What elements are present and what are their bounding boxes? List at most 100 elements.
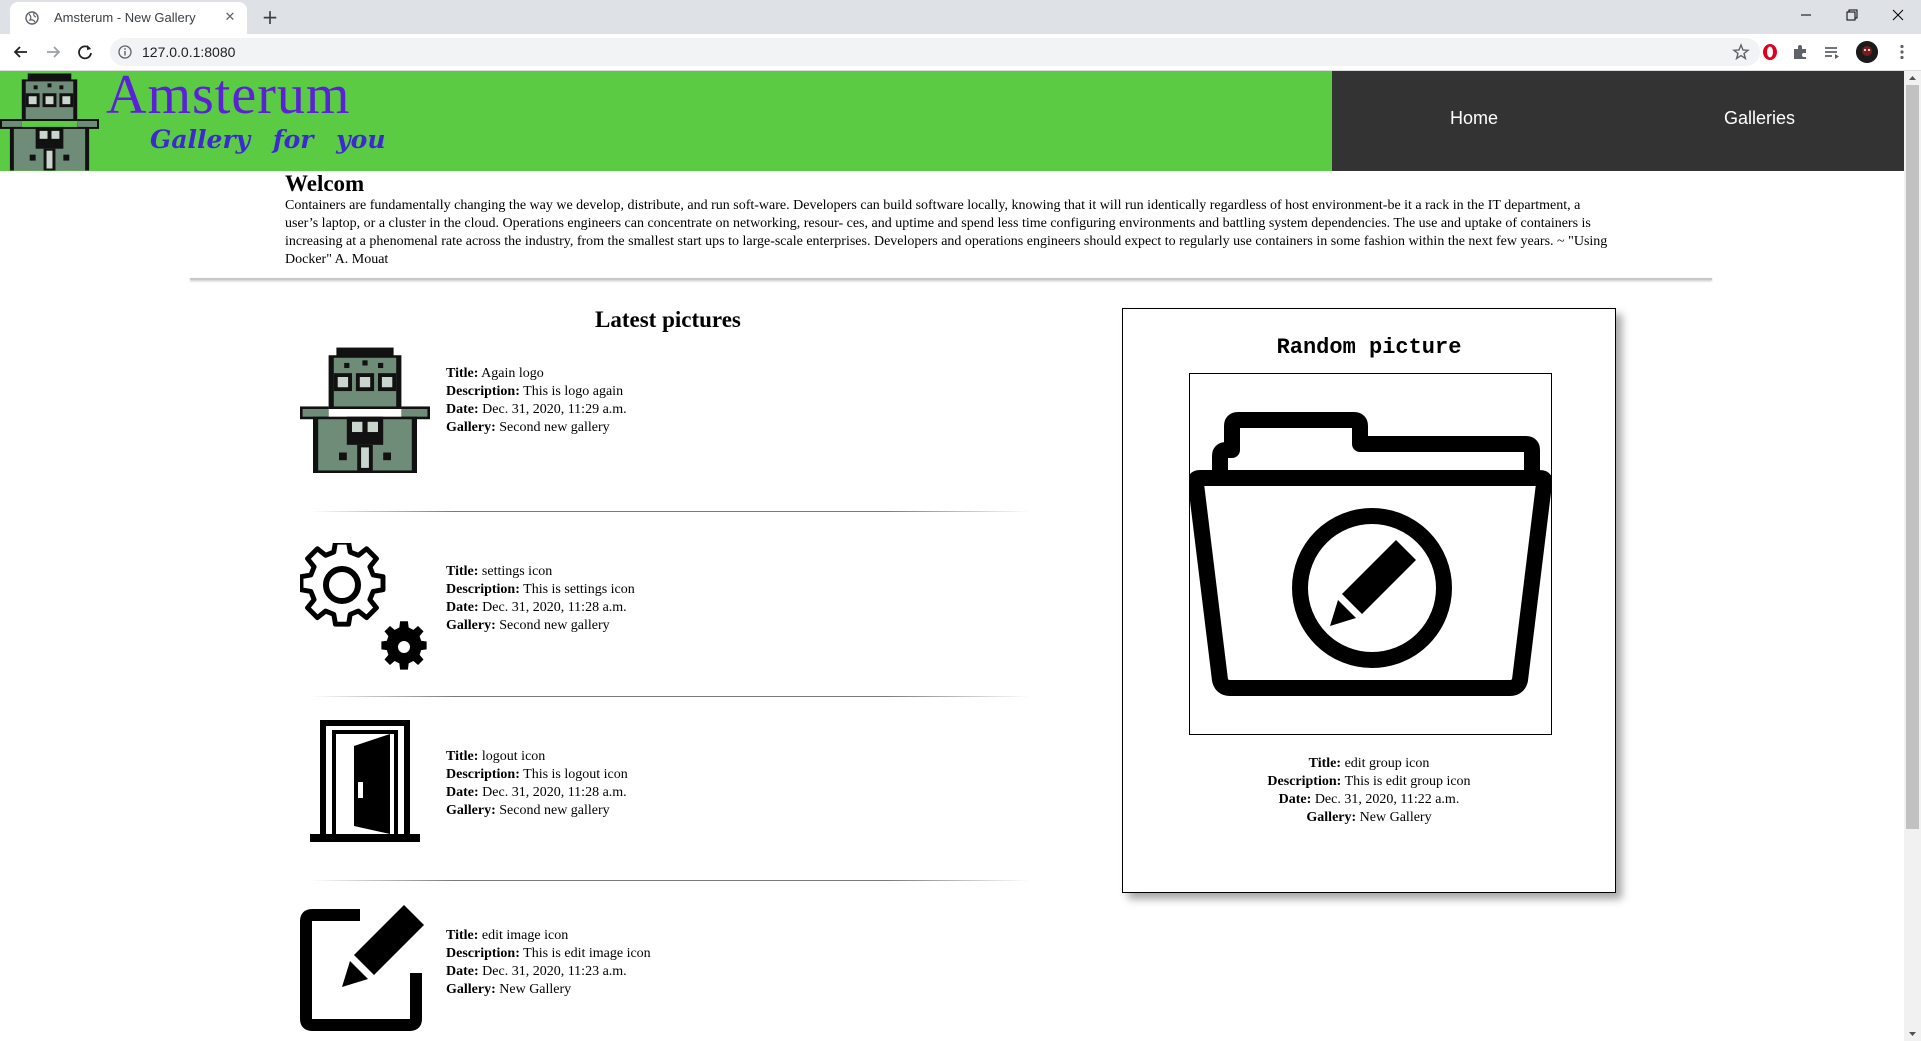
random-picture-frame[interactable] [1187,373,1553,735]
latest-picture-item[interactable]: Title: edit image icon Description: This… [300,903,720,1041]
picture-title: logout icon [481,749,546,764]
nav-link-home[interactable]: Home [1450,108,1498,129]
welcome-section: Welcom Containers are fundamentally chan… [285,171,1615,269]
picture-gallery: Second new gallery [499,420,610,435]
random-picture-card: Random picture Title: edit group icon De… [1122,308,1616,893]
profile-avatar-icon [1856,41,1878,63]
edit-image-icon[interactable] [300,903,430,1033]
label-date: Date: [446,785,479,800]
label-gallery: Gallery: [1306,810,1357,825]
picture-title: Again logo [481,366,544,381]
label-gallery: Gallery: [446,420,496,435]
latest-picture-item[interactable]: Title: logout icon Description: This is … [300,716,720,856]
picture-title: settings icon [481,564,553,579]
welcome-text: Containers are fundamentally changing th… [285,198,1608,267]
picture-info: Title: Again logo Description: This is l… [446,365,646,437]
brand-name[interactable]: Amsterum [106,71,350,127]
forward-arrow-icon[interactable] [42,41,64,63]
tab-title: Amsterum - New Gallery [54,10,196,25]
scrollbar-thumb[interactable] [1906,85,1919,829]
reading-list-icon[interactable] [1822,42,1842,62]
back-arrow-icon[interactable] [10,41,32,63]
label-gallery: Gallery: [446,982,496,997]
tab-close-icon[interactable]: ✕ [221,9,239,27]
label-date: Date: [446,402,479,417]
site-header: Amsterum Gallery for you Home Galleries [0,71,1904,171]
latest-pictures-heading: Latest pictures [595,307,741,332]
label-date: Date: [446,964,479,979]
browser-toolbar: 127.0.0.1:8080 [0,34,1921,71]
robot-logo-icon[interactable] [0,71,99,171]
nav-link-galleries[interactable]: Galleries [1724,108,1795,129]
label-title: Title: [446,366,479,381]
url-text: 127.0.0.1:8080 [142,44,236,60]
edit-group-folder-icon [1187,412,1553,696]
label-description: Description: [446,946,520,961]
browser-tab-active[interactable]: Amsterum - New Gallery ✕ [10,2,247,34]
section-divider [190,278,1712,280]
globe-icon [25,11,39,25]
picture-description: This is logo again [523,384,624,399]
picture-description: This is settings icon [523,582,635,597]
page-viewport: Amsterum Gallery for you Home Galleries … [0,71,1904,1041]
reload-icon[interactable] [74,41,96,63]
random-picture-info: Title: edit group icon Description: This… [1123,755,1615,827]
random-picture-gallery: New Gallery [1359,810,1432,825]
page-scrollbar[interactable] [1904,71,1921,1041]
picture-date: Dec. 31, 2020, 11:28 a.m. [482,785,627,800]
profile-avatar[interactable] [1856,41,1878,63]
picture-info: Title: logout icon Description: This is … [446,748,646,820]
random-picture-date: Dec. 31, 2020, 11:22 a.m. [1314,792,1460,807]
info-icon[interactable] [118,45,132,59]
label-title: Title: [446,749,479,764]
address-bar[interactable]: 127.0.0.1:8080 [110,38,1760,66]
robot-logo-icon[interactable] [300,343,430,473]
picture-gallery: New Gallery [499,982,572,997]
picture-date: Dec. 31, 2020, 11:28 a.m. [482,600,627,615]
random-picture-heading: Random picture [1276,335,1462,360]
label-description: Description: [1267,774,1342,789]
label-description: Description: [446,767,520,782]
latest-picture-item[interactable]: Title: Again logo Description: This is l… [300,343,720,483]
opera-extension-icon[interactable] [1760,42,1780,62]
item-separator [310,696,1030,697]
picture-date: Dec. 31, 2020, 11:23 a.m. [482,964,627,979]
label-description: Description: [446,582,520,597]
settings-gears-icon[interactable] [300,543,430,673]
label-date: Date: [446,600,479,615]
header-brand-area: Amsterum Gallery for you [0,71,1332,171]
window-close-icon[interactable] [1875,0,1921,30]
window-minimize-icon[interactable] [1783,0,1829,30]
bookmark-star-icon[interactable] [1732,43,1750,61]
picture-gallery: Second new gallery [499,803,610,818]
label-title: Title: [446,564,479,579]
scroll-up-arrow-icon[interactable] [1904,71,1921,85]
label-title: Title: [1308,756,1342,771]
scroll-down-arrow-icon[interactable] [1904,1027,1921,1041]
picture-title: edit image icon [481,928,569,943]
label-description: Description: [446,384,520,399]
header-nav [1332,71,1904,171]
label-date: Date: [1278,792,1312,807]
label-gallery: Gallery: [446,803,496,818]
picture-description: This is edit image icon [523,946,651,961]
window-restore-icon[interactable] [1829,0,1875,30]
picture-date: Dec. 31, 2020, 11:29 a.m. [482,402,627,417]
picture-description: This is logout icon [523,767,628,782]
label-title: Title: [446,928,479,943]
welcome-heading: Welcom [285,171,365,196]
item-separator [310,511,1030,512]
browser-menu-icon[interactable] [1892,42,1912,62]
random-picture-description: This is edit group icon [1344,774,1471,789]
random-picture-title: edit group icon [1344,756,1430,771]
label-gallery: Gallery: [446,618,496,633]
logout-door-icon[interactable] [300,716,430,846]
browser-tabstrip: Amsterum - New Gallery ✕ + [0,0,1921,34]
latest-picture-item[interactable]: Title: settings icon Description: This i… [300,543,720,683]
picture-info: Title: edit image icon Description: This… [446,927,676,999]
picture-info: Title: settings icon Description: This i… [446,563,646,635]
item-separator [310,880,1030,881]
new-tab-button[interactable]: + [258,5,282,29]
extensions-puzzle-icon[interactable] [1790,42,1810,62]
brand-tagline: Gallery for you [150,125,386,154]
